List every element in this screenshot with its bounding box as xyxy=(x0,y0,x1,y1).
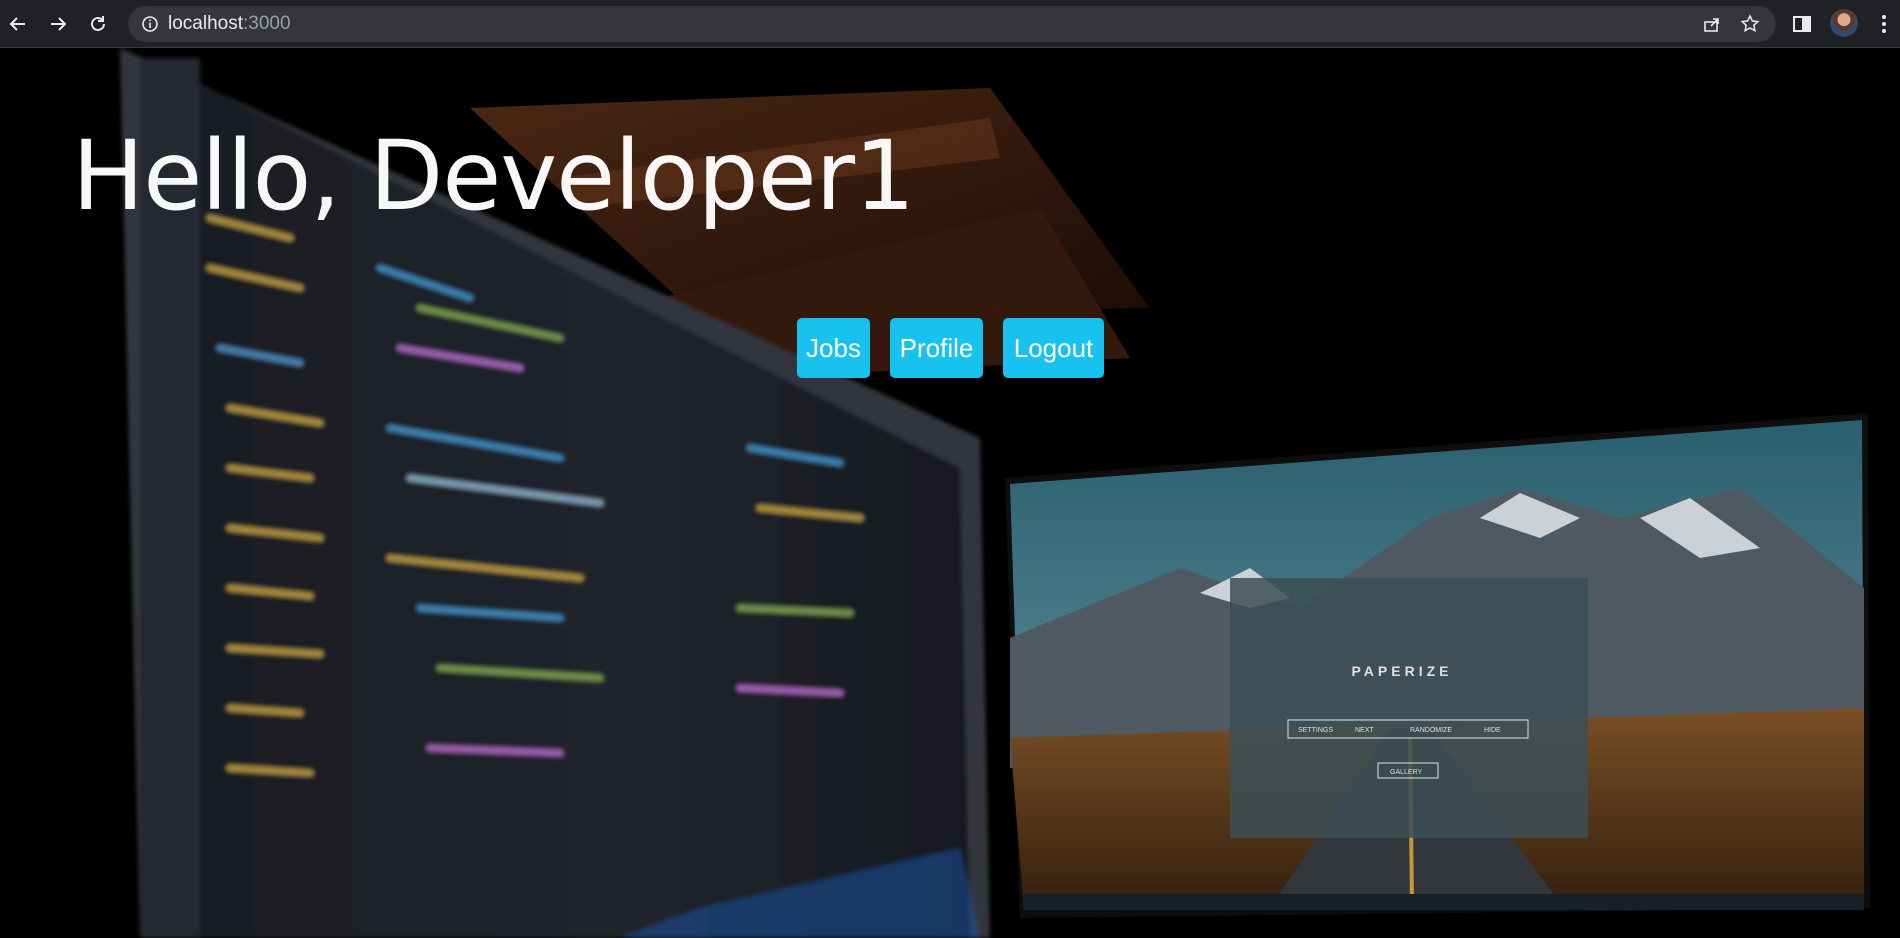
forward-arrow-icon xyxy=(51,17,67,31)
url-port: :3000 xyxy=(243,13,291,34)
url-text[interactable]: localhost:3000 xyxy=(168,6,291,42)
bookmark-star-icon[interactable] xyxy=(1740,14,1760,34)
menu-kebab-icon[interactable] xyxy=(1872,12,1896,36)
greeting-heading: Hello, Developer1 xyxy=(72,120,915,232)
reload-button[interactable] xyxy=(82,8,114,40)
side-panel-icon[interactable] xyxy=(1790,12,1814,36)
browser-toolbar: localhost:3000 xyxy=(0,0,1900,48)
jobs-button[interactable]: Jobs xyxy=(797,318,870,378)
profile-button[interactable]: Profile xyxy=(890,318,983,378)
forward-button[interactable] xyxy=(42,8,74,40)
address-bar[interactable]: localhost:3000 xyxy=(128,6,1776,42)
share-icon[interactable] xyxy=(1702,14,1722,34)
info-icon[interactable] xyxy=(140,14,160,34)
profile-avatar[interactable] xyxy=(1830,9,1858,37)
url-host: localhost xyxy=(168,13,243,34)
back-button[interactable] xyxy=(2,8,34,40)
back-arrow-icon xyxy=(9,17,25,31)
reload-icon xyxy=(91,16,105,31)
logout-button[interactable]: Logout xyxy=(1003,318,1104,378)
page-content: PAPERIZE SETTINGS NEXT RANDOMIZE HIDE GA… xyxy=(0,48,1900,938)
